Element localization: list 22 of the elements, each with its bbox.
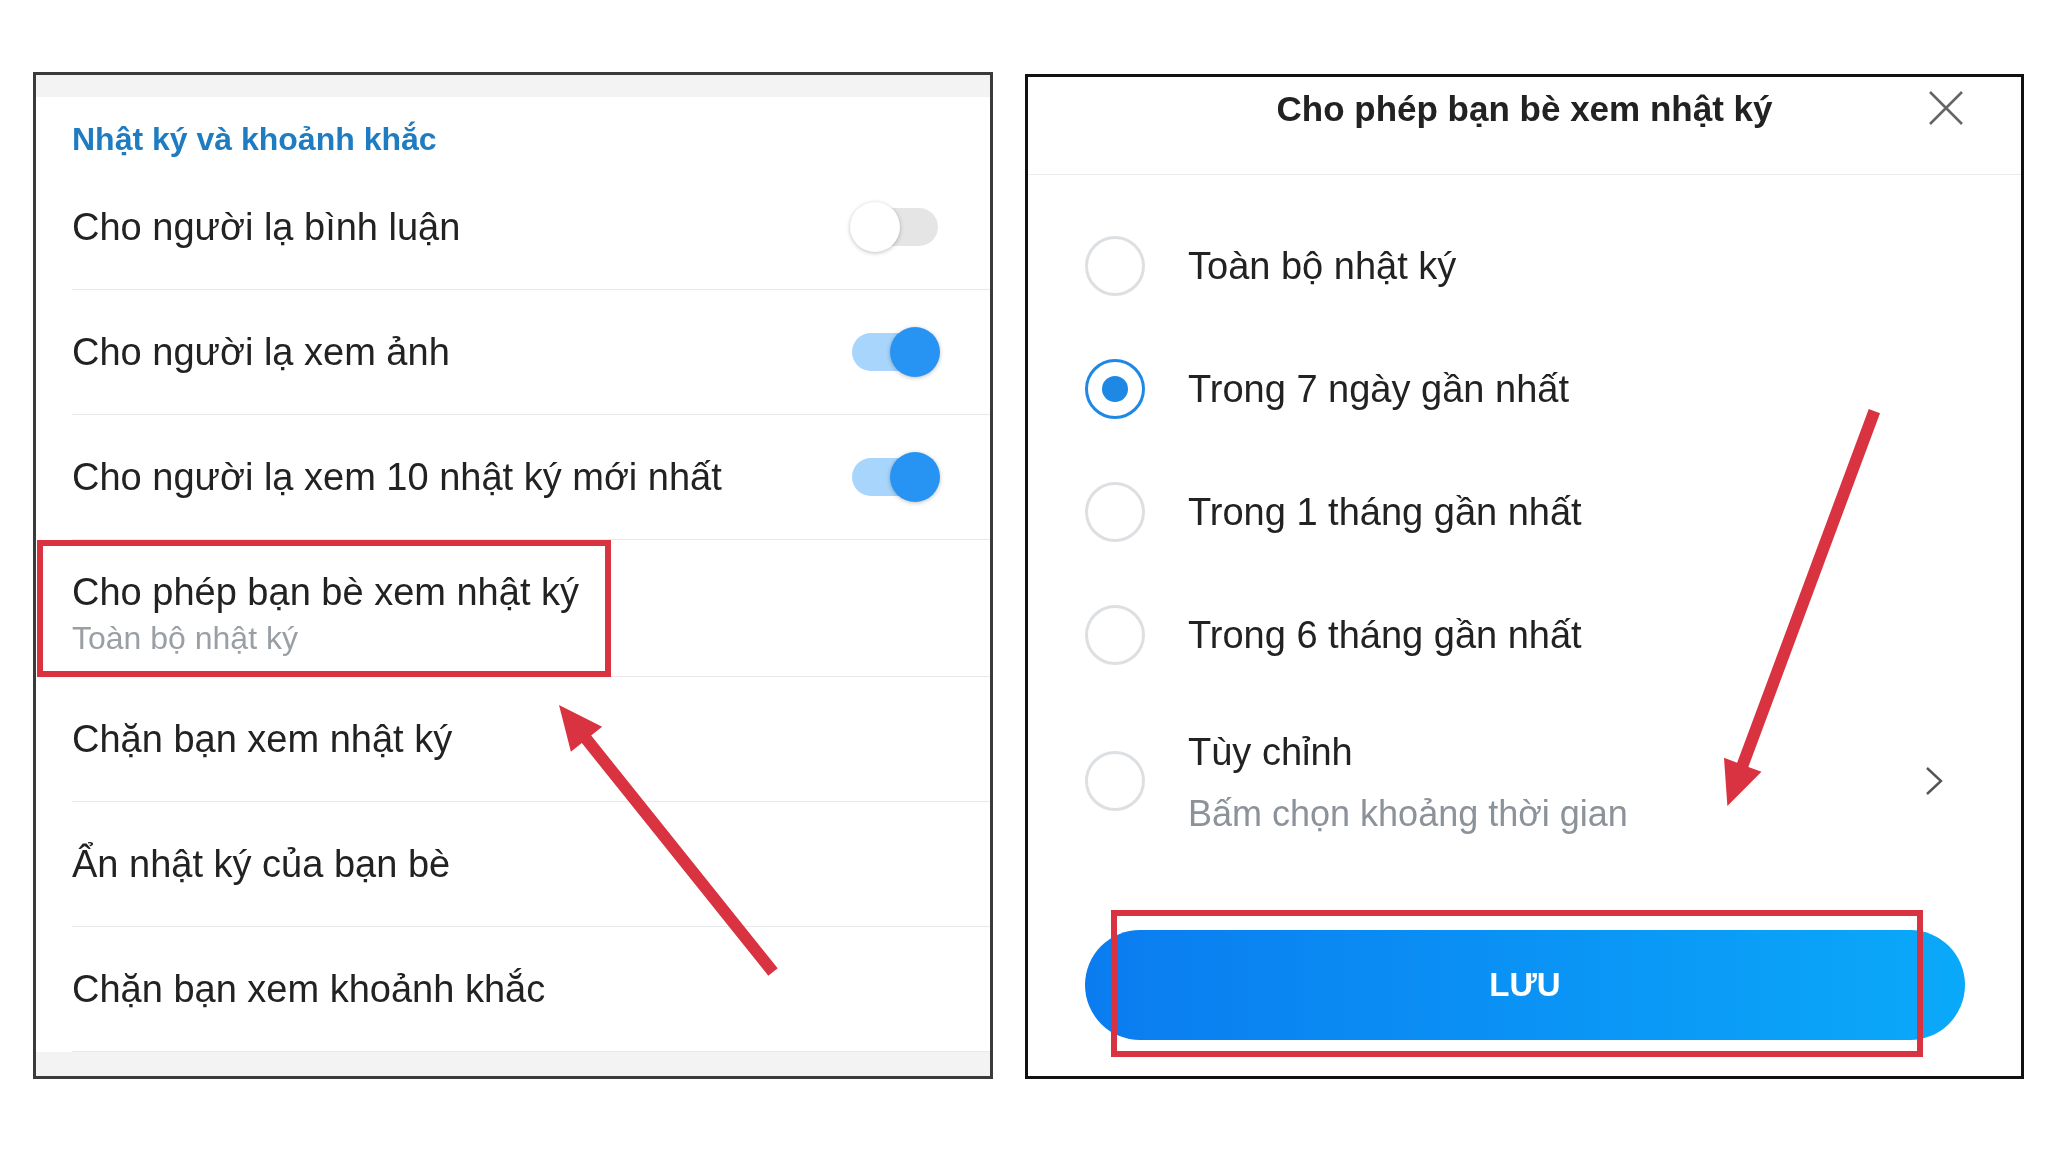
radio-button[interactable] bbox=[1085, 358, 1145, 419]
setting-label: Cho người lạ xem 10 nhật ký mới nhất bbox=[72, 455, 722, 499]
setting-label: Cho người lạ xem ảnh bbox=[72, 330, 450, 374]
menu-item[interactable]: Chặn bạn xem khoảnh khắc bbox=[72, 967, 546, 1011]
option-label: Trong 7 ngày gần nhất bbox=[1188, 366, 1569, 411]
toggle-switch[interactable] bbox=[850, 327, 940, 377]
option-label: Tùy chỉnh bbox=[1188, 730, 1353, 774]
menu-item[interactable]: Chặn bạn xem nhật ký bbox=[72, 717, 453, 761]
menu-item[interactable]: Cho phép bạn bè xem nhật ký bbox=[72, 570, 579, 614]
option-label: Toàn bộ nhật ký bbox=[1188, 243, 1457, 288]
section-title: Nhật ký và khoảnh khắc bbox=[72, 120, 437, 159]
dialog-title: Cho phép bạn bè xem nhật ký bbox=[1276, 88, 1773, 130]
option-hint: Bấm chọn khoảng thời gian bbox=[1188, 796, 1628, 832]
option-label: Trong 1 tháng gần nhất bbox=[1188, 489, 1582, 534]
close-icon[interactable] bbox=[1929, 91, 1963, 125]
toggle-switch[interactable] bbox=[850, 202, 940, 252]
menu-item[interactable]: Ẩn nhật ký của bạn bè bbox=[72, 842, 451, 886]
setting-value: Toàn bộ nhật ký bbox=[72, 620, 298, 656]
setting-label: Cho người lạ bình luận bbox=[72, 205, 461, 249]
option-label: Trong 6 tháng gần nhất bbox=[1188, 612, 1582, 657]
toggle-switch[interactable] bbox=[850, 452, 940, 502]
chevron-right-icon[interactable] bbox=[1925, 766, 1943, 796]
